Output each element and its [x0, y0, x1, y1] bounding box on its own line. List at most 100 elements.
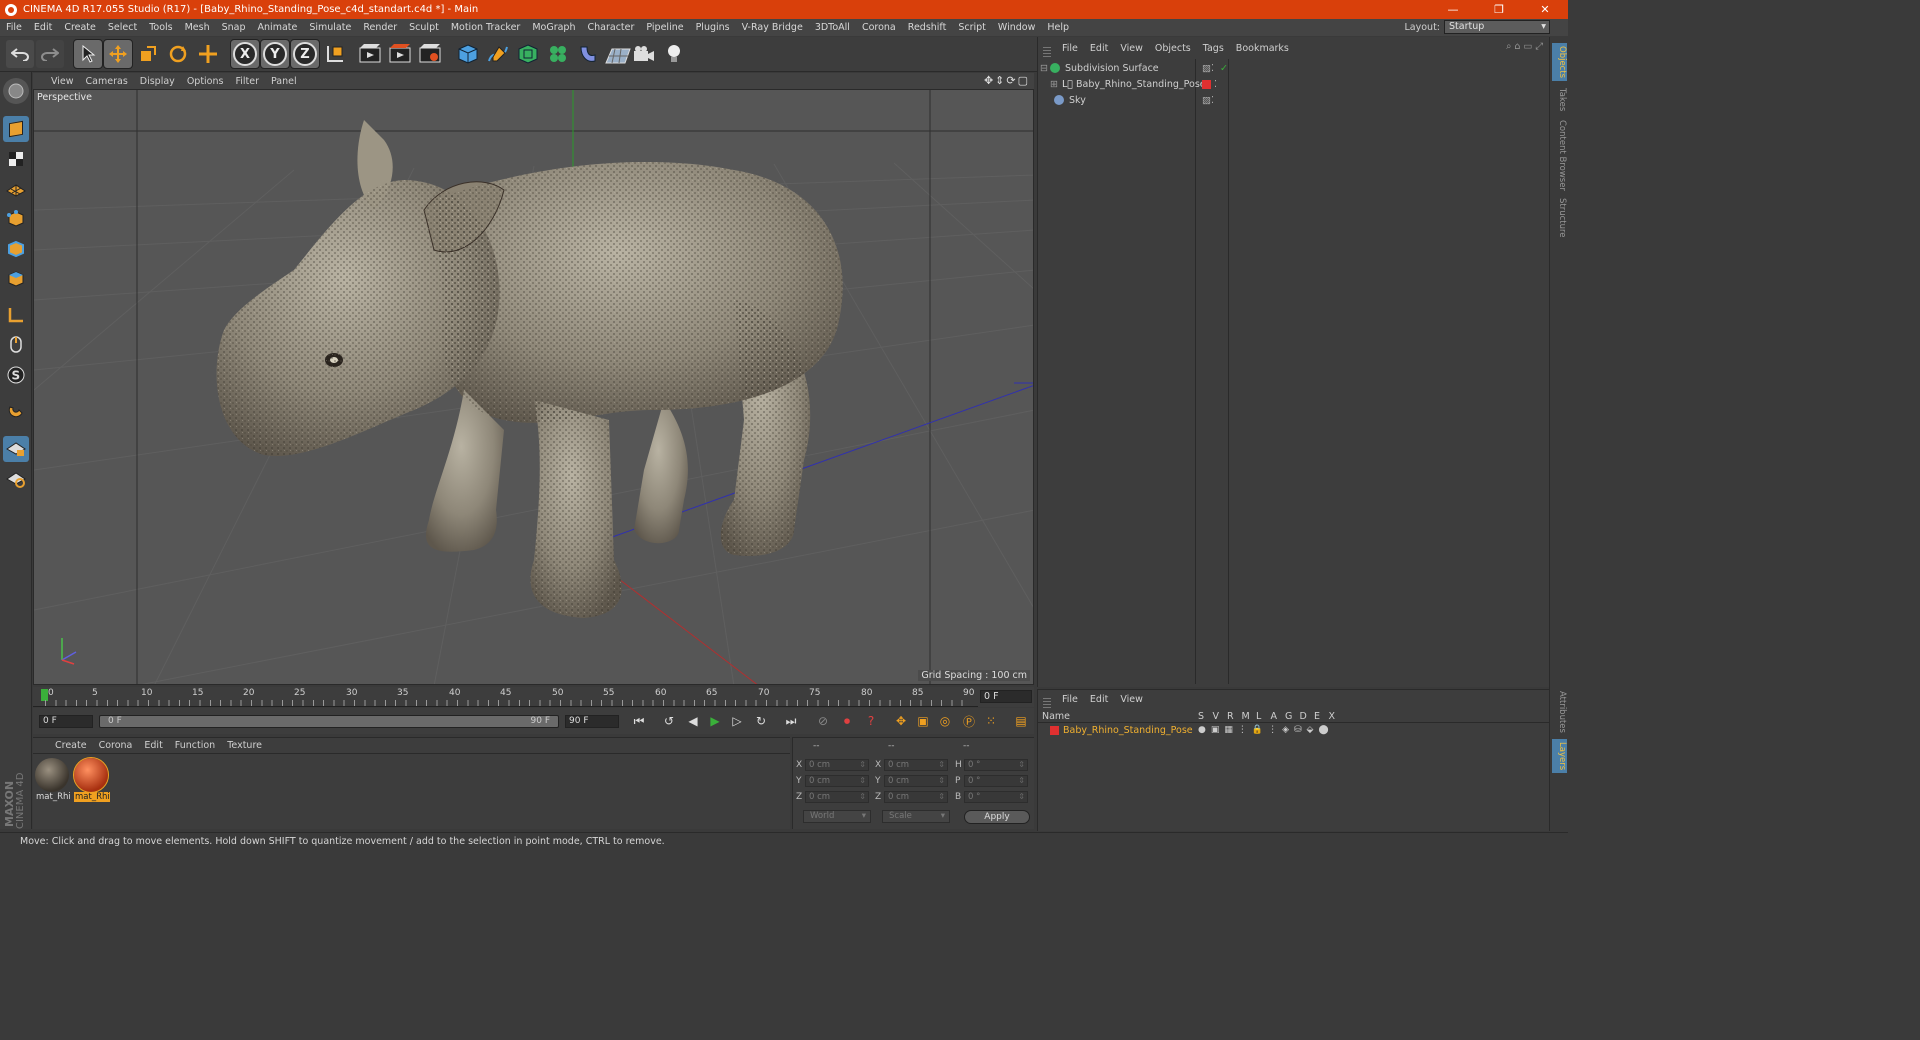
- visibility-toggle-icon[interactable]: ⁚: [1214, 79, 1217, 90]
- perspective-viewport[interactable]: Perspective Grid Spacing : 100 cm: [33, 89, 1034, 685]
- cloner-icon[interactable]: [544, 40, 572, 68]
- lock-workplane-icon[interactable]: [3, 436, 29, 462]
- object-menu-tags[interactable]: Tags: [1197, 43, 1230, 54]
- menu-character[interactable]: Character: [581, 19, 640, 36]
- column-generators[interactable]: G: [1285, 711, 1300, 722]
- axis-mode-icon[interactable]: [3, 302, 29, 328]
- coordinate-space-dropdown[interactable]: World: [803, 810, 871, 823]
- camera-object-icon[interactable]: [630, 40, 658, 68]
- tab-structure[interactable]: Structure: [1552, 195, 1567, 241]
- timeline[interactable]: 0 5 10 15 20 25 30 35 40 45 50 55 60 65 …: [33, 687, 1034, 707]
- rotation-b-field[interactable]: 0 °: [964, 791, 1028, 803]
- render-settings-icon[interactable]: [416, 40, 444, 68]
- position-y-field[interactable]: 0 cm: [805, 775, 869, 787]
- column-solo[interactable]: S: [1198, 711, 1213, 722]
- menu-pipeline[interactable]: Pipeline: [640, 19, 689, 36]
- panel-grip[interactable]: [1043, 47, 1051, 57]
- end-frame-field[interactable]: 90 F: [565, 715, 619, 728]
- coordinate-system-icon[interactable]: [321, 40, 349, 68]
- magnet-icon[interactable]: [3, 398, 29, 424]
- motion-path-icon[interactable]: ⊘: [813, 711, 833, 731]
- position-z-field[interactable]: 0 cm: [805, 791, 869, 803]
- menu-simulate[interactable]: Simulate: [303, 19, 357, 36]
- menu-sculpt[interactable]: Sculpt: [403, 19, 445, 36]
- column-xref[interactable]: X: [1329, 711, 1344, 722]
- menu-3dtoall[interactable]: 3DToAll: [809, 19, 856, 36]
- workplane-mode-icon[interactable]: [3, 176, 29, 202]
- object-menu-view[interactable]: View: [1114, 43, 1149, 54]
- viewport-menu-display[interactable]: Display: [134, 76, 181, 87]
- menu-vray-bridge[interactable]: V-Ray Bridge: [736, 19, 809, 36]
- play-icon[interactable]: ▶: [705, 711, 725, 731]
- position-x-field[interactable]: 0 cm: [805, 759, 869, 771]
- menu-render[interactable]: Render: [357, 19, 403, 36]
- layout-select[interactable]: Startup: [1444, 20, 1550, 34]
- panel-header-icons[interactable]: ⌕⌂▭⤢: [1506, 41, 1546, 52]
- texture-mode-icon[interactable]: [3, 146, 29, 172]
- key-position-icon[interactable]: ✥: [891, 711, 911, 731]
- object-menu-file[interactable]: File: [1056, 43, 1084, 54]
- model-mode-icon[interactable]: [3, 116, 29, 142]
- menu-tools[interactable]: Tools: [143, 19, 178, 36]
- panel-grip[interactable]: [1043, 698, 1051, 708]
- timeline-window-icon[interactable]: ▤: [1011, 711, 1031, 731]
- menu-plugins[interactable]: Plugins: [690, 19, 736, 36]
- previous-frame-icon[interactable]: ◀: [683, 711, 703, 731]
- viewport-menu-view[interactable]: View: [45, 76, 80, 87]
- tab-objects[interactable]: Objects: [1552, 43, 1567, 81]
- viewport-scene[interactable]: [34, 90, 1034, 685]
- object-menu-edit[interactable]: Edit: [1084, 43, 1114, 54]
- undo-icon[interactable]: [6, 40, 34, 68]
- menu-snap[interactable]: Snap: [216, 19, 252, 36]
- menu-file[interactable]: File: [0, 19, 28, 36]
- rotation-p-field[interactable]: 0 °: [964, 775, 1028, 787]
- apply-button[interactable]: Apply: [964, 810, 1030, 824]
- menu-mograph[interactable]: MoGraph: [526, 19, 581, 36]
- menu-mesh[interactable]: Mesh: [179, 19, 216, 36]
- column-render[interactable]: R: [1227, 711, 1242, 722]
- render-view-icon[interactable]: [356, 40, 384, 68]
- material-menu-texture[interactable]: Texture: [221, 740, 268, 751]
- current-frame-field[interactable]: 0 F: [980, 690, 1032, 703]
- layer-color-icon[interactable]: [1202, 80, 1211, 89]
- z-axis-lock-button[interactable]: Z: [290, 39, 320, 69]
- column-expressions[interactable]: E: [1314, 711, 1329, 722]
- enabled-check-icon[interactable]: ✓: [1220, 63, 1228, 74]
- scale-tool-icon[interactable]: [134, 40, 162, 68]
- object-name[interactable]: Sky: [1069, 95, 1086, 106]
- x-axis-lock-button[interactable]: X: [230, 39, 260, 69]
- collapse-icon[interactable]: ⊟: [1040, 63, 1050, 74]
- previous-keyframe-icon[interactable]: ↺: [659, 711, 679, 731]
- autokeying-icon[interactable]: ?: [861, 711, 881, 731]
- size-mode-dropdown[interactable]: Scale: [882, 810, 950, 823]
- floor-object-icon[interactable]: [604, 40, 632, 68]
- light-object-icon[interactable]: [660, 40, 688, 68]
- layer-toggle-icons[interactable]: ●▣▦⋮🔒⋮◈⛁⬙⬤: [1198, 725, 1334, 735]
- redo-icon[interactable]: [36, 40, 64, 68]
- tab-content-browser[interactable]: Content Browser: [1552, 119, 1567, 191]
- render-to-picture-viewer-icon[interactable]: [386, 40, 414, 68]
- viewport-menu-panel[interactable]: Panel: [265, 76, 303, 87]
- material-swatch[interactable]: mat_Rhi: [35, 758, 71, 804]
- size-z-field[interactable]: 0 cm: [884, 791, 948, 803]
- bend-deformer-icon[interactable]: [574, 40, 602, 68]
- polygons-mode-icon[interactable]: [3, 266, 29, 292]
- material-menu-corona[interactable]: Corona: [93, 740, 139, 751]
- menu-help[interactable]: Help: [1041, 19, 1075, 36]
- viewport-menu-options[interactable]: Options: [181, 76, 230, 87]
- column-name[interactable]: Name: [1038, 711, 1198, 722]
- cube-object-icon[interactable]: [454, 40, 482, 68]
- menu-create[interactable]: Create: [58, 19, 102, 36]
- viewport-menu-cameras[interactable]: Cameras: [80, 76, 134, 87]
- planar-workplane-icon[interactable]: [3, 466, 29, 492]
- material-menu-edit[interactable]: Edit: [138, 740, 168, 751]
- object-name[interactable]: Subdivision Surface: [1065, 63, 1159, 74]
- tweak-mode-icon[interactable]: [3, 332, 29, 358]
- go-to-start-icon[interactable]: ⏮: [629, 711, 649, 731]
- key-scale-icon[interactable]: ▣: [913, 711, 933, 731]
- menu-script[interactable]: Script: [952, 19, 992, 36]
- menu-window[interactable]: Window: [992, 19, 1041, 36]
- column-animation[interactable]: A: [1271, 711, 1286, 722]
- pen-spline-icon[interactable]: [484, 40, 512, 68]
- object-row-sky[interactable]: Sky ▨⁚: [1040, 92, 1548, 108]
